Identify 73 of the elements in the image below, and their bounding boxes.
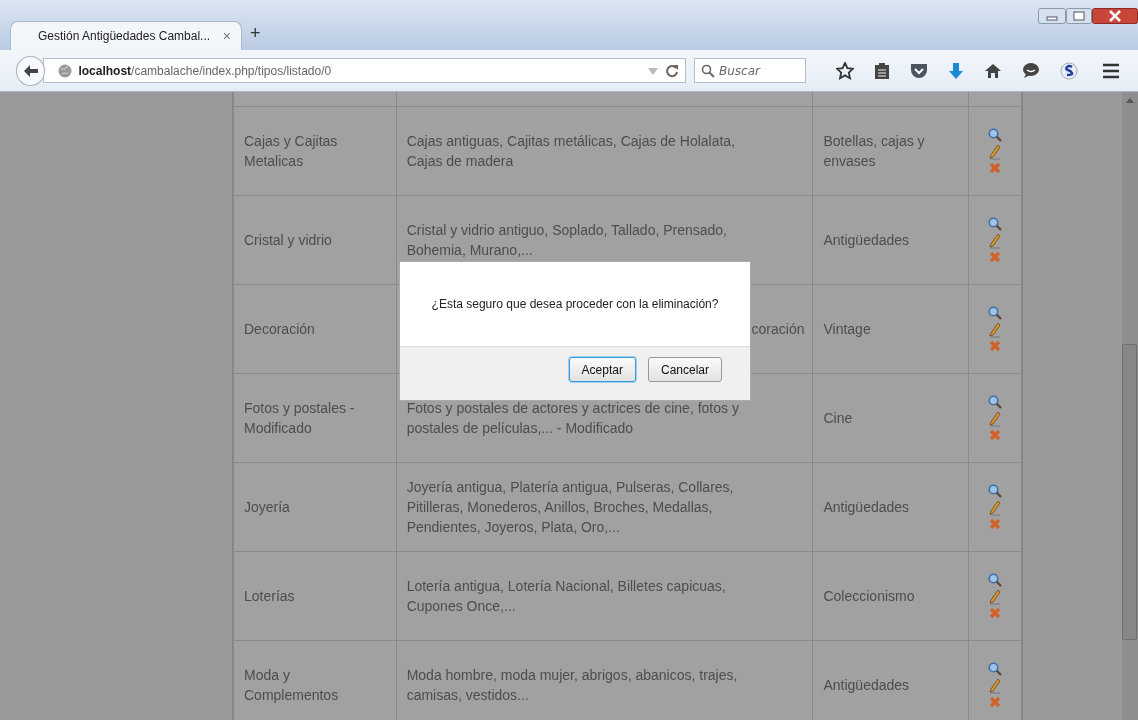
type-description: Lotería antigua, Lotería Nacional, Billetes capicuas, Cupones Once,...: [406, 578, 726, 614]
pencil-icon[interactable]: [989, 322, 1002, 338]
dropdown-icon[interactable]: [647, 65, 659, 76]
clipboard-icon[interactable]: [874, 61, 890, 80]
url-host: localhost: [78, 63, 132, 78]
type-name: Loterías: [244, 588, 295, 604]
cross-icon[interactable]: [989, 251, 1002, 263]
cross-icon[interactable]: [989, 607, 1002, 619]
search-field[interactable]: Buscar: [694, 58, 806, 83]
home-icon[interactable]: [984, 62, 1002, 79]
type-name: Cajas y Cajitas Metalicas: [244, 133, 338, 169]
pencil-icon[interactable]: [989, 589, 1002, 605]
cross-icon[interactable]: [989, 340, 1002, 352]
star-icon[interactable]: [836, 61, 854, 80]
back-button[interactable]: [16, 55, 46, 86]
type-name: Decoración: [244, 321, 315, 337]
category-name: Antigüedades: [823, 677, 910, 693]
scrollbar[interactable]: [1122, 92, 1138, 720]
type-description: coración: [751, 321, 805, 337]
category-name: Coleccionismo: [823, 588, 915, 604]
cross-icon[interactable]: [989, 162, 1002, 174]
search-input[interactable]: Buscar: [719, 63, 799, 78]
type-description: Cajas antiguas, Cajitas metálicas, Cajas de Holalata, Cajas de madera: [406, 133, 736, 169]
type-name: Joyería: [244, 499, 290, 515]
magnifier-icon[interactable]: [988, 217, 1003, 231]
type-description: Joyería antigua, Platería antigua, Pulseras, Collares, Pitilleras, Monederos, Anillos, Broches, Medallas, Pendientes, Joyeros, Plata, Oro,...: [406, 479, 734, 535]
accept-button[interactable]: Aceptar: [568, 357, 636, 382]
pocket-icon[interactable]: [910, 62, 928, 79]
category-name: Vintage: [823, 321, 871, 337]
magnifier-icon[interactable]: [988, 306, 1003, 320]
s-logo-icon[interactable]: [1060, 61, 1078, 80]
type-description: Moda hombre, moda mujer, abrigos, abanicos, trajes, camisas, vestidos...: [406, 667, 738, 703]
cross-icon[interactable]: [989, 518, 1002, 530]
reload-icon[interactable]: [665, 63, 679, 78]
pencil-icon[interactable]: [989, 678, 1002, 694]
pencil-icon[interactable]: [989, 411, 1002, 427]
new-tab-button[interactable]: +: [250, 22, 261, 44]
magnifier-icon[interactable]: [988, 662, 1003, 676]
maximize-button[interactable]: [1066, 8, 1092, 24]
scrollbar-thumb[interactable]: [1122, 344, 1137, 640]
type-name: Fotos y postales - Modificado: [244, 400, 355, 436]
menu-icon[interactable]: [1102, 62, 1120, 79]
back-arrow-icon: [22, 63, 39, 78]
magnifier-icon[interactable]: [988, 395, 1003, 409]
cross-icon[interactable]: [989, 696, 1002, 708]
category-name: Antigüedades: [823, 499, 910, 515]
magnifier-icon[interactable]: [988, 128, 1003, 142]
type-name: Moda y Complementos: [244, 667, 339, 703]
category-name: Antigüedades: [823, 232, 910, 248]
url-path: /cambalache/index.php/tipos/listado/0: [131, 63, 333, 78]
close-window-button[interactable]: [1092, 8, 1138, 24]
scroll-up-icon[interactable]: [1126, 98, 1134, 103]
close-tab-icon[interactable]: ×: [222, 28, 231, 44]
category-name: Botellas, cajas y envases: [823, 133, 925, 169]
magnifier-icon[interactable]: [988, 484, 1003, 498]
download-icon[interactable]: [948, 61, 964, 80]
type-description: Cristal y vidrio antiguo, Soplado, Tallado, Prensado, Bohemia, Murano,...: [406, 222, 727, 258]
type-name: Cristal y vidrio: [244, 232, 332, 248]
browser-tab[interactable]: Gestión Antigüedades Cambal... ×: [10, 21, 242, 50]
confirmation-message: ¿Esta seguro que desea proceder con la eliminación?: [431, 297, 719, 311]
cross-icon[interactable]: [989, 429, 1002, 441]
pencil-icon[interactable]: [989, 233, 1002, 249]
minimize-button[interactable]: [1038, 8, 1066, 24]
address-bar[interactable]: localhost/cambalache/index.php/tipos/listado/0: [43, 58, 686, 83]
category-name: Cine: [823, 410, 853, 426]
chat-icon[interactable]: [1022, 62, 1040, 79]
globe-icon: [58, 63, 73, 78]
type-description: Fotos y postales de actores y actrices de cine, fotos y postales de películas,... - Modificado: [406, 400, 739, 436]
magnifier-icon[interactable]: [988, 573, 1003, 587]
search-icon: [701, 63, 715, 78]
pencil-icon[interactable]: [989, 144, 1002, 160]
cancel-button[interactable]: Cancelar: [647, 357, 722, 382]
pencil-icon[interactable]: [989, 500, 1002, 516]
